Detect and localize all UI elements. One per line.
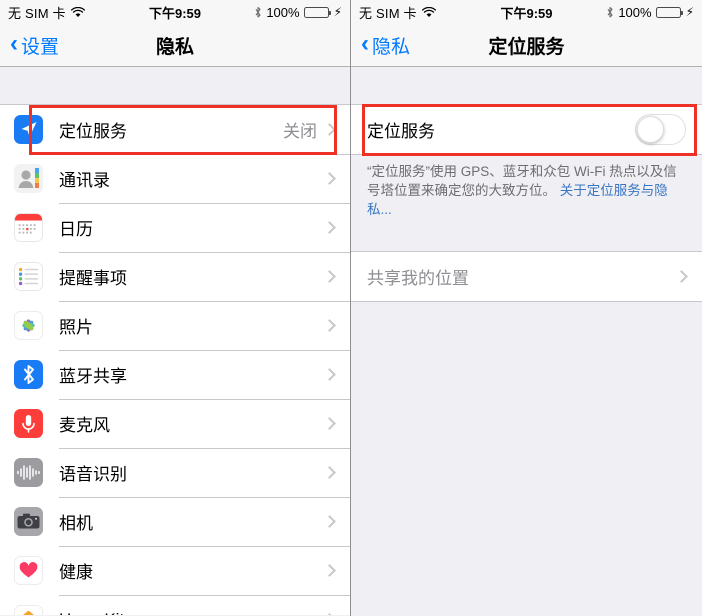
camera-icon [14, 507, 43, 536]
list-item-camera[interactable]: 相机 [0, 497, 350, 546]
back-button-settings[interactable]: ‹ 设置 [10, 32, 59, 59]
list-item-label: 健康 [59, 563, 93, 582]
location-services-switch[interactable] [635, 114, 686, 145]
status-bar-left-group: 无 SIM 卡 [359, 3, 436, 22]
status-bar-left: 无 SIM 卡 下午9:59 100% ⚡ [0, 0, 350, 24]
carrier-label: 无 SIM 卡 [8, 5, 66, 21]
chevron-right-icon [675, 270, 688, 283]
list-item-label: 提醒事项 [59, 269, 127, 288]
list-item-bluetooth-sharing[interactable]: 蓝牙共享 [0, 350, 350, 399]
list-item-contacts[interactable]: 通讯录 [0, 154, 350, 203]
status-bar-right-group: 100% ⚡ [606, 5, 694, 20]
bluetooth-icon [606, 6, 614, 19]
battery-icon [655, 6, 683, 18]
location-services-content: 定位服务 “定位服务”使用 GPS、蓝牙和众包 Wi‑Fi 热点以及信号塔位置来… [351, 67, 702, 615]
privacy-list-content: 定位服务 关闭 通讯录 日历 提醒事项 照片 蓝牙共享 麦克风 语音识别 相机 … [0, 67, 350, 615]
microphone-icon [14, 409, 43, 438]
privacy-list-group: 定位服务 关闭 通讯录 日历 提醒事项 照片 蓝牙共享 麦克风 语音识别 相机 … [0, 104, 350, 615]
list-item-label: HomeKit [59, 610, 325, 616]
chevron-right-icon [323, 123, 336, 136]
chevron-right-icon [323, 270, 336, 283]
calendar-icon [14, 213, 43, 242]
toggle-row-label: 定位服务 [367, 122, 435, 141]
status-bar-right-group: 100% ⚡ [254, 5, 342, 20]
list-item-label: 日历 [59, 220, 93, 239]
nav-bar-left: ‹ 设置 隐私 [0, 24, 350, 67]
lightning-bolt-icon: ⚡ [685, 5, 694, 19]
status-bar-left-group: 无 SIM 卡 [8, 3, 85, 22]
chevron-right-icon [323, 564, 336, 577]
list-item-speech-recognition[interactable]: 语音识别 [0, 448, 350, 497]
row-location-services-toggle[interactable]: 定位服务 [351, 105, 702, 154]
photos-icon [14, 311, 43, 340]
wifi-icon [70, 6, 85, 18]
speech-recognition-icon [14, 458, 43, 487]
chevron-left-icon: ‹ [10, 30, 18, 58]
list-item-photos[interactable]: 照片 [0, 301, 350, 350]
location-services-description: “定位服务”使用 GPS、蓝牙和众包 Wi‑Fi 热点以及信号塔位置来确定您的大… [351, 155, 702, 229]
share-location-group: 共享我的位置 [351, 251, 702, 302]
chevron-right-icon [323, 515, 336, 528]
list-top-spacer [0, 67, 350, 104]
list-item-label: 照片 [59, 318, 93, 337]
list-item-location-services[interactable]: 定位服务 关闭 [0, 105, 350, 154]
list-item-value: 关闭 [283, 122, 317, 141]
chevron-right-icon [323, 417, 336, 430]
list-item-label: 共享我的位置 [367, 269, 469, 288]
list-item-label: 通讯录 [59, 171, 110, 190]
chevron-right-icon [323, 466, 336, 479]
list-item-calendar[interactable]: 日历 [0, 203, 350, 252]
list-item-reminders[interactable]: 提醒事项 [0, 252, 350, 301]
lightning-bolt-icon: ⚡ [333, 5, 342, 19]
location-services-icon [14, 115, 43, 144]
status-bar-right: 无 SIM 卡 下午9:59 100% ⚡ [351, 0, 702, 24]
battery-percent-label: 100% [266, 4, 300, 20]
bluetooth-icon [254, 6, 262, 19]
list-item-health[interactable]: 健康 [0, 546, 350, 595]
list-item-label: 语音识别 [59, 465, 127, 484]
reminders-icon [14, 262, 43, 291]
list-item-label: 相机 [59, 514, 93, 533]
carrier-label: 无 SIM 卡 [359, 5, 417, 21]
chevron-left-icon: ‹ [361, 30, 369, 58]
list-item-label: 定位服务 [59, 122, 127, 141]
battery-icon [303, 6, 331, 18]
dual-screenshot-container: 无 SIM 卡 下午9:59 100% ⚡ ‹ 设置 隐私 定位服务 关闭 通讯… [0, 0, 702, 616]
chevron-right-icon [323, 221, 336, 234]
homekit-icon [14, 605, 43, 615]
chevron-right-icon [323, 368, 336, 381]
chevron-right-icon [323, 319, 336, 332]
nav-bar-right: ‹ 隐私 定位服务 [351, 24, 702, 67]
battery-percent-label: 100% [618, 4, 652, 20]
wifi-icon [421, 6, 436, 18]
list-item-label: 麦克风 [59, 416, 110, 435]
health-icon [14, 556, 43, 585]
back-button-label: 隐私 [372, 36, 411, 58]
location-services-toggle-group: 定位服务 [351, 104, 702, 155]
chevron-right-icon [323, 613, 336, 615]
list-item-microphone[interactable]: 麦克风 [0, 399, 350, 448]
bluetooth-sharing-icon [14, 360, 43, 389]
right-screen-location-services: 无 SIM 卡 下午9:59 100% ⚡ ‹ 隐私 定位服务 定位服务 “定位… [351, 0, 702, 616]
list-item-homekit[interactable]: HomeKit [0, 595, 350, 615]
list-item-share-my-location[interactable]: 共享我的位置 [351, 252, 702, 301]
switch-knob [637, 116, 664, 143]
chevron-right-icon [323, 172, 336, 185]
left-screen-privacy: 无 SIM 卡 下午9:59 100% ⚡ ‹ 设置 隐私 定位服务 关闭 通讯… [0, 0, 351, 616]
back-button-label: 设置 [21, 36, 60, 58]
contacts-icon [14, 164, 43, 193]
back-button-privacy[interactable]: ‹ 隐私 [361, 32, 410, 59]
list-item-label: 蓝牙共享 [59, 367, 127, 386]
content-top-spacer [351, 67, 702, 104]
